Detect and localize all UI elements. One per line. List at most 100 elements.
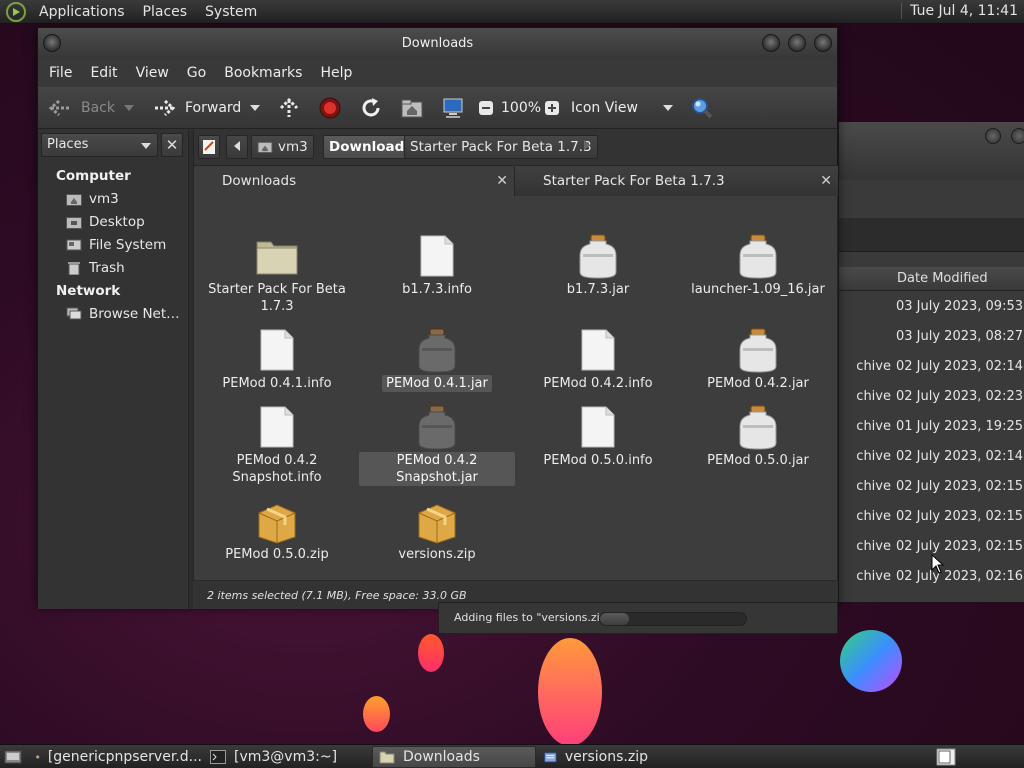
zoom-in-button[interactable] <box>544 95 560 121</box>
list-item[interactable]: 03 July 2023, 08:27 <box>839 322 1024 352</box>
list-item[interactable]: chive 02 July 2023, 02:15 <box>839 502 1024 532</box>
path-scroll-right[interactable] <box>577 135 597 159</box>
date-modified-cell: 02 July 2023, 02:15 <box>896 479 1023 494</box>
file-item[interactable]: PEMod 0.5.0.zip <box>197 497 357 563</box>
file-item[interactable]: launcher-1.09_16.jar <box>678 232 838 298</box>
decorative-bubble <box>840 630 902 692</box>
date-modified-cell: 02 July 2023, 02:14 <box>896 449 1023 464</box>
menu-go[interactable]: Go <box>178 65 215 81</box>
chevron-left-icon <box>234 141 240 151</box>
tab-close-button[interactable]: ✕ <box>496 166 508 197</box>
tab-bar: Downloads ✕ Starter Pack For Beta 1.7.3 … <box>193 165 838 196</box>
tab-close-button[interactable]: ✕ <box>820 166 832 197</box>
taskbar-item[interactable]: Downloads <box>372 746 536 768</box>
background-window-button[interactable] <box>1011 128 1024 144</box>
back-history-dropdown[interactable] <box>124 95 134 121</box>
minimize-button[interactable] <box>762 34 780 52</box>
menu-system[interactable]: System <box>196 4 266 20</box>
reload-button[interactable] <box>359 95 383 121</box>
file-name-label: PEMod 0.5.0.jar <box>707 453 809 468</box>
file-item[interactable]: PEMod 0.4.1.info <box>197 326 357 392</box>
sidebar-selector[interactable]: Places <box>41 133 158 157</box>
computer-button[interactable] <box>441 95 465 121</box>
column-header-date-modified[interactable]: Date Modified <box>839 267 1024 291</box>
home-folder-icon <box>257 141 273 153</box>
tab-starter-pack[interactable]: Starter Pack For Beta 1.7.3 ✕ <box>515 165 838 196</box>
menu-applications[interactable]: Applications <box>30 4 134 20</box>
menu-help[interactable]: Help <box>311 65 361 81</box>
list-item[interactable]: 03 July 2023, 09:53 <box>839 292 1024 322</box>
chevron-down-icon <box>141 143 151 149</box>
file-item[interactable]: PEMod 0.4.2 Snapshot.jar <box>357 403 517 486</box>
sidebar-close-button[interactable]: ✕ <box>161 133 183 157</box>
zoom-level[interactable]: 100% <box>501 95 541 121</box>
file-item[interactable]: b1.7.3.info <box>357 232 517 298</box>
list-item[interactable]: chive 02 July 2023, 02:15 <box>839 472 1024 502</box>
file-item[interactable]: PEMod 0.5.0.info <box>518 403 678 469</box>
file-item[interactable]: Starter Pack For Beta 1.7.3 <box>197 232 357 315</box>
view-mode-select[interactable]: Icon View <box>571 95 675 121</box>
stop-button[interactable] <box>318 95 342 121</box>
zoom-out-button[interactable] <box>478 95 494 121</box>
location-toggle-button[interactable] <box>198 135 220 159</box>
sidebar-item-trash[interactable]: Trash <box>66 258 125 278</box>
home-folder-icon <box>401 99 423 118</box>
date-modified-cell: 03 July 2023, 08:27 <box>896 329 1023 344</box>
distro-logo-icon[interactable] <box>6 1 26 22</box>
sidebar-item-vm3[interactable]: vm3 <box>66 189 119 209</box>
file-item[interactable]: PEMod 0.4.2.info <box>518 326 678 392</box>
chevron-right-icon <box>584 140 590 150</box>
path-segment-starter-pack[interactable]: Starter Pack For Beta 1.7.3 <box>404 135 598 159</box>
menu-edit[interactable]: Edit <box>81 65 126 81</box>
taskbar-item[interactable]: versions.zip <box>538 746 648 768</box>
progress-bar-fill <box>600 613 630 625</box>
list-item[interactable]: chive 01 July 2023, 19:25 <box>839 412 1024 442</box>
up-button[interactable] <box>277 95 301 121</box>
maximize-button[interactable] <box>788 34 806 52</box>
icon-view[interactable]: Starter Pack For Beta 1.7.3 b1.7.3.info b1… <box>193 196 838 580</box>
workspace-switcher[interactable] <box>936 746 960 768</box>
drive-icon <box>66 239 82 251</box>
tab-downloads[interactable]: Downloads ✕ <box>193 165 515 196</box>
list-item[interactable]: chive 02 July 2023, 02:14 <box>839 442 1024 472</box>
list-item[interactable]: chive 02 July 2023, 02:14 <box>839 352 1024 382</box>
jar-icon <box>418 405 456 450</box>
forward-history-dropdown[interactable] <box>250 95 260 121</box>
taskbar-item[interactable]: [vm3@vm3:~] <box>204 746 368 768</box>
search-button[interactable] <box>690 95 714 121</box>
desktop-folder-icon <box>66 217 82 229</box>
background-file-window[interactable]: Date Modified 03 July 2023, 09:53 03 July… <box>838 122 1024 602</box>
jar-icon <box>418 328 456 373</box>
chevron-down-icon <box>124 105 134 111</box>
show-desktop-button[interactable] <box>2 746 26 768</box>
file-item[interactable]: PEMod 0.4.2 Snapshot.info <box>197 403 357 486</box>
file-item[interactable]: PEMod 0.4.1.jar <box>357 326 517 392</box>
taskbar-item[interactable]: [genericpnpserver.d... <box>30 746 202 768</box>
background-window-button[interactable] <box>985 128 1001 144</box>
menu-view[interactable]: View <box>127 65 178 81</box>
clock[interactable]: Tue Jul 4, 11:41 <box>901 3 1018 19</box>
back-button[interactable]: Back <box>48 95 115 121</box>
home-button[interactable] <box>400 95 424 121</box>
path-segment-vm3[interactable]: vm3 <box>251 135 314 159</box>
sidebar-item-file-system[interactable]: File System <box>66 235 166 255</box>
chrome-icon <box>36 755 40 759</box>
window-menu-button[interactable] <box>43 34 61 52</box>
window-titlebar[interactable]: Downloads <box>38 28 837 59</box>
file-item[interactable]: versions.zip <box>357 497 517 563</box>
path-scroll-left[interactable] <box>226 135 248 159</box>
menu-bookmarks[interactable]: Bookmarks <box>215 65 311 81</box>
file-item[interactable]: b1.7.3.jar <box>518 232 678 298</box>
close-button[interactable] <box>814 34 832 52</box>
menu-places[interactable]: Places <box>134 4 197 20</box>
zoom-out-icon <box>479 101 493 115</box>
file-item[interactable]: PEMod 0.5.0.jar <box>678 403 838 469</box>
archive-progress-popup: Adding files to "versions.zip" <box>438 602 838 634</box>
sidebar-item-desktop[interactable]: Desktop <box>66 212 145 232</box>
menu-file[interactable]: File <box>40 65 81 81</box>
forward-button[interactable]: Forward <box>152 95 241 121</box>
window-title: Downloads <box>401 36 474 51</box>
file-item[interactable]: PEMod 0.4.2.jar <box>678 326 838 392</box>
list-item[interactable]: chive 02 July 2023, 02:23 <box>839 382 1024 412</box>
sidebar-item-browse-network[interactable]: Browse Net… <box>66 304 180 324</box>
